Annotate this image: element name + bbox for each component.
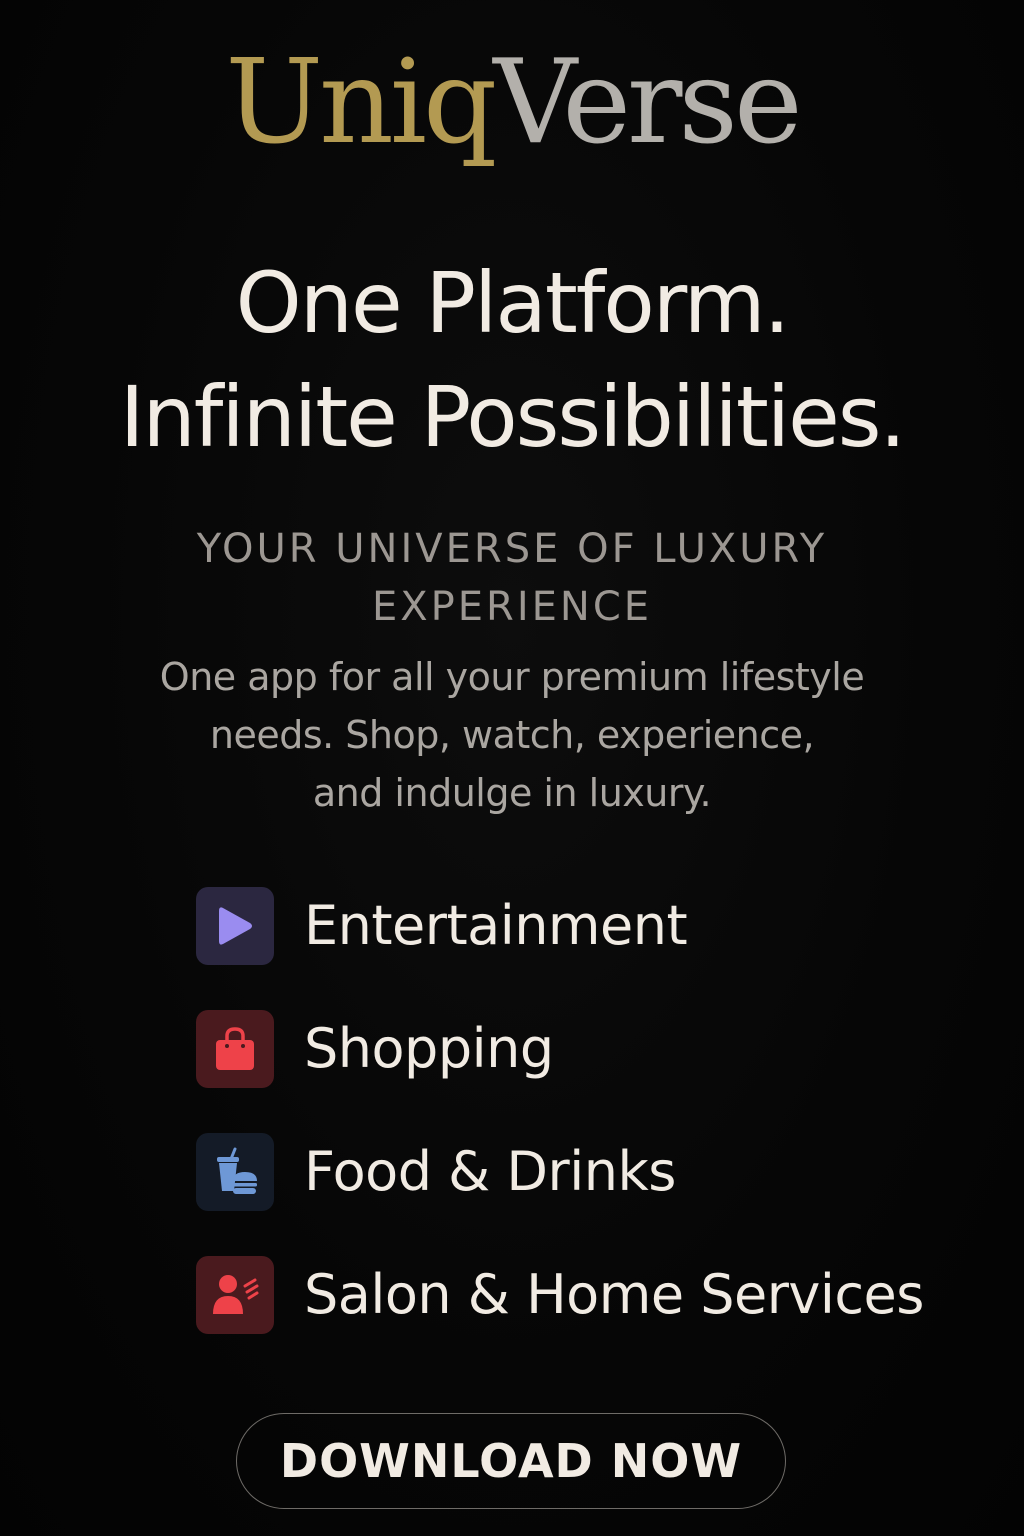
shopping-bag-icon (216, 1027, 254, 1070)
category-label-salon-home-services: Salon & Home Services (304, 1263, 924, 1326)
headline-line-1: One Platform. (235, 254, 791, 352)
food-drink-icon (217, 1147, 257, 1194)
entertainment-icon-box (196, 887, 274, 965)
description-line-1: One app for all your premium lifestyle (159, 655, 865, 699)
category-entertainment[interactable]: Entertainment (196, 886, 996, 966)
tagline-line-1: YOUR UNIVERSE OF LUXURY (196, 526, 828, 572)
category-label-shopping: Shopping (304, 1017, 554, 1080)
category-food-drinks[interactable]: Food & Drinks (196, 1132, 996, 1212)
shopping-icon-box (196, 1010, 274, 1088)
category-label-food-drinks: Food & Drinks (304, 1140, 676, 1203)
play-icon (219, 907, 252, 945)
description-line-3: and indulge in luxury. (312, 771, 712, 815)
tagline-line-2: EXPERIENCE (371, 584, 653, 630)
download-now-button[interactable]: DOWNLOAD NOW (236, 1413, 786, 1509)
category-label-entertainment: Entertainment (304, 894, 688, 957)
category-list: Entertainment Shopping Food & Drinks Sal… (196, 886, 996, 1378)
tagline: YOUR UNIVERSE OF LUXURY EXPERIENCE (0, 520, 1024, 636)
description-line-2: needs. Shop, watch, experience, (209, 713, 815, 757)
salon-services-icon-box (196, 1256, 274, 1334)
logo-part-verse: Verse (493, 35, 802, 170)
food-drinks-icon-box (196, 1133, 274, 1211)
description: One app for all your premium lifestyle n… (0, 648, 1024, 822)
category-salon-home-services[interactable]: Salon & Home Services (196, 1255, 996, 1335)
logo-part-uniq: Uniq (225, 35, 497, 170)
headline-line-2: Infinite Possibilities. (119, 368, 906, 466)
salon-services-icon (213, 1275, 259, 1314)
brand-logo: UniqVerse (0, 28, 1024, 178)
category-shopping[interactable]: Shopping (196, 1009, 996, 1089)
page-headline: One Platform. Infinite Possibilities. (0, 246, 1024, 474)
